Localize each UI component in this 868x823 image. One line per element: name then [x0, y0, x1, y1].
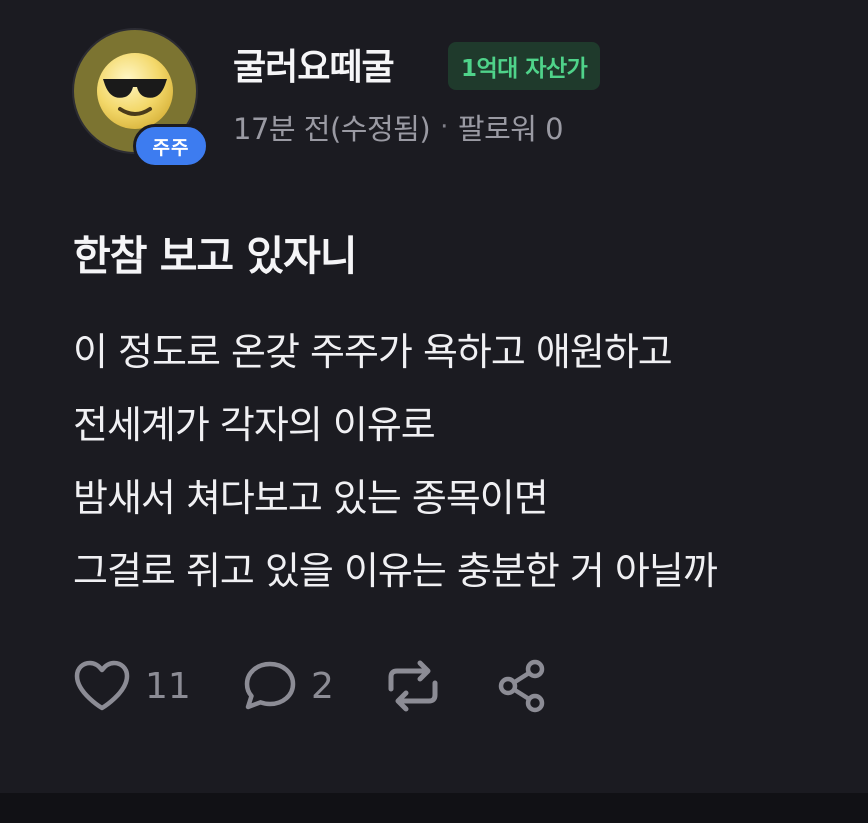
post-body: 이 정도로 온갖 주주가 욕하고 애원하고 전세계가 각자의 이유로 밤새서 쳐… [73, 316, 853, 608]
post-body-line: 밤새서 쳐다보고 있는 종목이면 [73, 476, 549, 520]
author-username[interactable]: 굴러요떼굴 [233, 38, 395, 90]
heart-icon [74, 660, 130, 711]
asset-rank-badge: 1억대 자산가 [448, 42, 601, 90]
share-icon [498, 659, 545, 713]
post-timestamp: 17분 전(수정됨) [233, 112, 431, 146]
post-body-line: 그걸로 쥐고 있을 이유는 충분한 거 아닐까 [73, 549, 718, 593]
speech-bubble-icon [244, 661, 296, 710]
bottom-divider [0, 793, 868, 823]
share-button[interactable] [495, 656, 551, 716]
comment-count: 2 [311, 665, 334, 707]
follower-count[interactable]: 팔로워 0 [458, 106, 564, 148]
sunglasses-emoji-icon [97, 53, 173, 129]
post-title: 한참 보고 있자니 [73, 232, 358, 280]
meta-separator: · [440, 112, 448, 142]
like-count: 11 [145, 665, 191, 707]
comment-button[interactable]: 2 [243, 656, 334, 716]
repost-icon [388, 660, 438, 712]
repost-button[interactable] [383, 656, 443, 716]
post-meta: 17분 전(수정됨) · 팔로워 0 [233, 106, 564, 148]
holder-badge: 주주 [133, 124, 209, 168]
post-body-line: 이 정도로 온갖 주주가 욕하고 애원하고 [73, 330, 673, 374]
like-button[interactable]: 11 [73, 656, 191, 716]
post-body-line: 전세계가 각자의 이유로 [73, 403, 436, 447]
post-card: 주주 굴러요떼굴 1억대 자산가 17분 전(수정됨) · 팔로워 0 한참 보… [0, 0, 868, 793]
